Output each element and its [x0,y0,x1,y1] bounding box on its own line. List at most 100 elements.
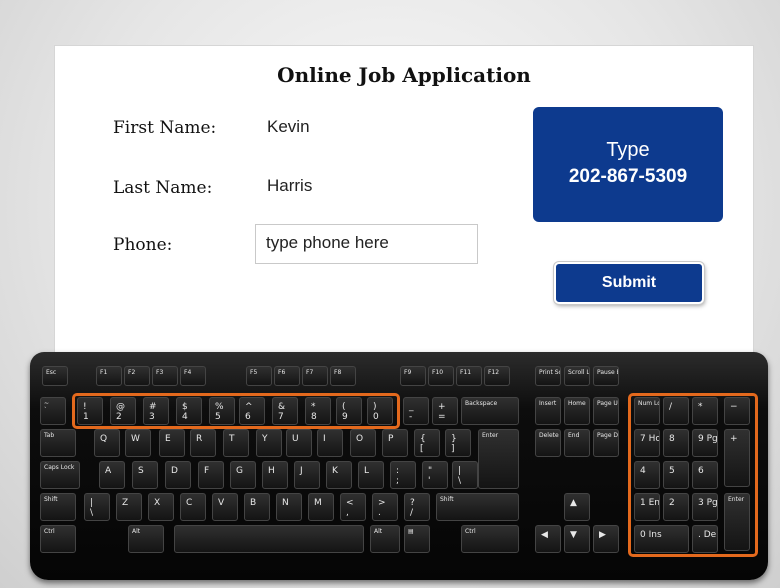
key-n: N [276,493,302,521]
key-comma: < , [340,493,366,521]
key-numpad-minus: − [724,397,750,425]
key-home: Home [564,397,590,425]
key-arrow-up: ▲ [564,493,590,521]
key-caps-lock: Caps Lock [40,461,80,489]
phone-label: Phone: [113,235,173,255]
key-f4: F4 [180,366,206,386]
key-numpad-3: 3 Pg Dn [692,493,718,521]
key-t: T [223,429,249,457]
key-w: W [125,429,151,457]
key-right-brace: } ] [445,429,471,457]
key-menu: ▤ [404,525,430,553]
first-name-label: First Name: [113,118,217,138]
key-arrow-left: ◀ [535,525,561,553]
key-numpad-2: 2 [663,493,689,521]
key-7: & 7 [272,397,298,425]
key-numpad-enter: Enter [724,493,750,551]
key-numpad-7: 7 Home [634,429,660,457]
keyboard-image: Esc F1 F2 F3 F4 F5 F6 F7 F8 F9 F10 F11 F… [30,352,768,580]
key-c: C [180,493,206,521]
key-pipe: | \ [84,493,110,521]
key-page-up: Page Up [593,397,619,425]
key-left-shift: Shift [40,493,76,521]
key-equals: + = [432,397,458,425]
key-o: O [350,429,376,457]
key-numpad-4: 4 [634,461,660,489]
key-numpad-decimal: . Del [692,525,718,553]
key-8: * 8 [305,397,331,425]
key-f9: F9 [400,366,426,386]
key-esc: Esc [42,366,68,386]
key-f8: F8 [330,366,356,386]
key-f6: F6 [274,366,300,386]
key-p: P [382,429,408,457]
key-3: # 3 [143,397,169,425]
key-l: L [358,461,384,489]
key-f7: F7 [302,366,328,386]
key-numpad-6: 6 [692,461,718,489]
key-arrow-right: ▶ [593,525,619,553]
key-tab: Tab [40,429,76,457]
key-f2: F2 [124,366,150,386]
key-numpad-multiply: * [692,397,718,425]
key-6: ^ 6 [239,397,265,425]
key-period: > . [372,493,398,521]
key-f10: F10 [428,366,454,386]
key-r: R [190,429,216,457]
key-q: Q [94,429,120,457]
key-tilde: ~ ` [40,397,66,425]
key-f1: F1 [96,366,122,386]
key-numpad-8: 8 [663,429,689,457]
key-delete: Delete [535,429,561,457]
key-j: J [294,461,320,489]
key-f11: F11 [456,366,482,386]
key-a: A [99,461,125,489]
key-numpad-5: 5 [663,461,689,489]
key-space [174,525,364,553]
last-name-value: Harris [267,176,313,195]
key-f5: F5 [246,366,272,386]
key-g: G [230,461,256,489]
key-m: M [308,493,334,521]
key-z: Z [116,493,142,521]
key-e: E [159,429,185,457]
key-page-down: Page Down [593,429,619,457]
key-slash: ? / [404,493,430,521]
key-backspace: Backspace [461,397,519,425]
key-backslash: | \ [452,461,478,489]
form-title: Online Job Application [277,63,531,87]
key-f: F [198,461,224,489]
key-5: % 5 [209,397,235,425]
phone-input[interactable]: type phone here [255,224,478,264]
key-right-alt: Alt [370,525,400,553]
key-4: $ 4 [176,397,202,425]
key-y: Y [256,429,282,457]
instruction-box: Type 202-867-5309 [533,107,723,222]
key-insert: Insert [535,397,561,425]
key-v: V [212,493,238,521]
key-pause-break: Pause Break [593,366,619,386]
submit-button[interactable]: Submit [554,262,704,304]
key-print-screen: Print Screen [535,366,561,386]
key-left-alt: Alt [128,525,164,553]
first-name-value: Kevin [267,117,310,136]
key-scroll-lock: Scroll Lock [564,366,590,386]
key-x: X [148,493,174,521]
key-f12: F12 [484,366,510,386]
key-numpad-1: 1 End [634,493,660,521]
key-semicolon: : ; [390,461,416,489]
key-d: D [165,461,191,489]
key-quote: " ' [422,461,448,489]
key-numpad-plus: + [724,429,750,487]
key-left-brace: { [ [414,429,440,457]
key-enter: Enter [478,429,519,489]
key-numpad-0: 0 Ins [634,525,689,553]
key-9: ( 9 [336,397,362,425]
key-num-lock: Num Lock [634,397,660,425]
key-right-ctrl: Ctrl [461,525,519,553]
instruction-line-1: Type [606,139,650,161]
application-form: Online Job Application First Name: Kevin… [54,45,754,377]
key-minus: _ - [403,397,429,425]
key-end: End [564,429,590,457]
key-0: ) 0 [367,397,393,425]
